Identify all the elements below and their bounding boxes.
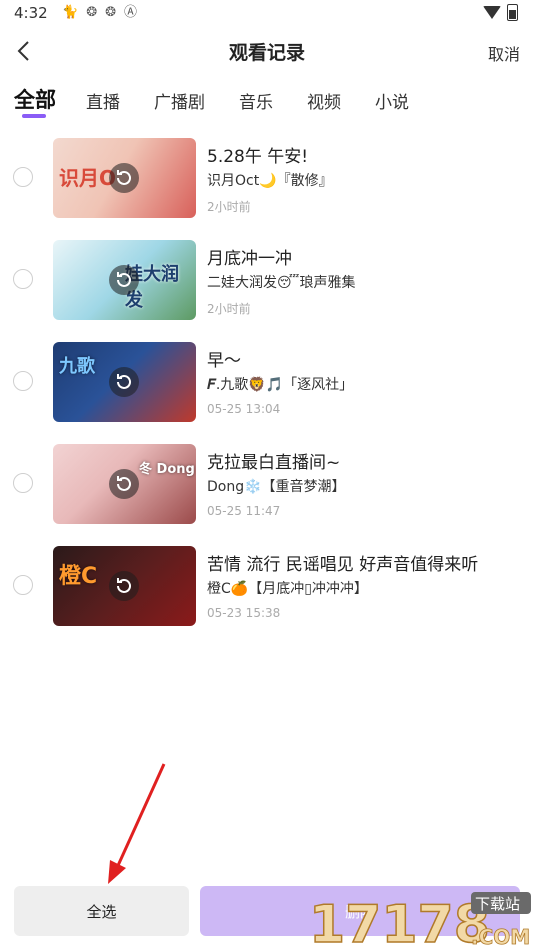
thumbnail[interactable]: 九歌 xyxy=(53,342,196,422)
thumbnail[interactable]: 识月O xyxy=(53,138,196,218)
thumbnail-caption: 九歌 xyxy=(59,356,95,377)
thumbnail[interactable]: 冬 Dong xyxy=(53,444,196,524)
list-item[interactable]: 识月O 5.28午 午安! 识月Oct🌙『散修』 2小时前 xyxy=(0,130,534,232)
list-item[interactable]: 冬 Dong 克拉最白直播间~ Dong❄️【重音梦潮】 05-25 11:47 xyxy=(0,436,534,538)
select-radio[interactable] xyxy=(13,269,33,289)
item-time: 05-25 13:04 xyxy=(207,402,281,416)
select-radio[interactable] xyxy=(13,371,33,391)
item-host: 𝑭.九歌🦁🎵「逐风社」 xyxy=(207,377,354,393)
item-time: 05-23 15:38 xyxy=(207,606,281,620)
tab-video[interactable]: 视频 xyxy=(307,88,341,113)
replay-icon xyxy=(109,367,139,397)
item-host: 识月Oct🌙『散修』 xyxy=(207,173,333,189)
tab-all[interactable]: 全部 xyxy=(14,84,56,114)
list-item[interactable]: 九歌 早～ 𝑭.九歌🦁🎵「逐风社」 05-25 13:04 xyxy=(0,334,534,436)
tab-music[interactable]: 音乐 xyxy=(239,88,273,113)
status-bar: 4:32 🐈 ❂ ❂ Ⓐ xyxy=(0,0,534,28)
list-item[interactable]: 娃大润发 月底冲一冲 二娃大润发😴琅声雅集 2小时前 xyxy=(0,232,534,334)
item-title: 5.28午 午安! xyxy=(207,147,309,167)
item-host: 橙C🍊【月底冲▯冲冲冲】 xyxy=(207,581,368,597)
select-radio[interactable] xyxy=(13,167,33,187)
category-tabs: 全部 直播 广播剧 音乐 视频 小说 xyxy=(0,82,534,122)
item-title: 苦情 流行 民谣唱见 好声音值得来听 xyxy=(207,555,479,575)
item-title: 月底冲一冲 xyxy=(207,249,292,269)
svg-text:17178: 17178 xyxy=(309,895,490,950)
item-title: 克拉最白直播间~ xyxy=(207,453,341,473)
status-icons: 🐈 ❂ ❂ Ⓐ xyxy=(62,5,137,21)
active-tab-indicator xyxy=(22,114,46,118)
select-all-button[interactable]: 全选 xyxy=(14,886,189,936)
status-right xyxy=(483,4,518,21)
status-time: 4:32 xyxy=(14,4,48,22)
list-item[interactable]: 橙C 苦情 流行 民谣唱见 好声音值得来听 橙C🍊【月底冲▯冲冲冲】 05-23… xyxy=(0,538,534,640)
top-bar: 观看记录 取消 xyxy=(0,28,534,74)
item-time: 2小时前 xyxy=(207,200,251,214)
item-host: 二娃大润发😴琅声雅集 xyxy=(207,275,356,291)
thumbnail-caption: 冬 Dong xyxy=(139,462,195,477)
sync-icon: ❂ xyxy=(86,5,98,20)
page-title: 观看记录 xyxy=(228,42,305,64)
svg-text:下载站: 下载站 xyxy=(475,895,520,913)
thumbnail[interactable]: 橙C xyxy=(53,546,196,626)
item-host: Dong❄️【重音梦潮】 xyxy=(207,479,346,495)
replay-icon xyxy=(109,469,139,499)
notification-cat-icon: 🐈 xyxy=(62,5,79,20)
site-watermark-logo: 17178 下载站 .COM xyxy=(308,892,531,950)
item-time: 2小时前 xyxy=(207,302,251,316)
thumbnail[interactable]: 娃大润发 xyxy=(53,240,196,320)
battery-icon xyxy=(507,4,518,21)
svg-text:.COM: .COM xyxy=(471,925,530,949)
sync-icon: ❂ xyxy=(105,5,116,20)
red-arrow-annotation xyxy=(108,763,166,884)
thumbnail-caption: 识月O xyxy=(59,166,117,190)
wifi-icon xyxy=(483,6,501,19)
thumbnail-caption: 橙C xyxy=(59,564,98,589)
history-list: 识月O 5.28午 午安! 识月Oct🌙『散修』 2小时前 娃大润发 月底冲一冲… xyxy=(0,130,534,640)
cancel-button[interactable]: 取消 xyxy=(488,41,520,65)
select-radio[interactable] xyxy=(13,575,33,595)
tab-radio-drama[interactable]: 广播剧 xyxy=(154,88,205,113)
item-title: 早～ xyxy=(207,351,241,371)
tab-novel[interactable]: 小说 xyxy=(375,88,409,113)
select-radio[interactable] xyxy=(13,473,33,493)
replay-icon xyxy=(109,265,139,295)
tab-live[interactable]: 直播 xyxy=(86,88,120,113)
replay-icon xyxy=(109,163,139,193)
replay-icon xyxy=(109,571,139,601)
item-time: 05-25 11:47 xyxy=(207,504,281,518)
a-icon: Ⓐ xyxy=(124,5,138,20)
